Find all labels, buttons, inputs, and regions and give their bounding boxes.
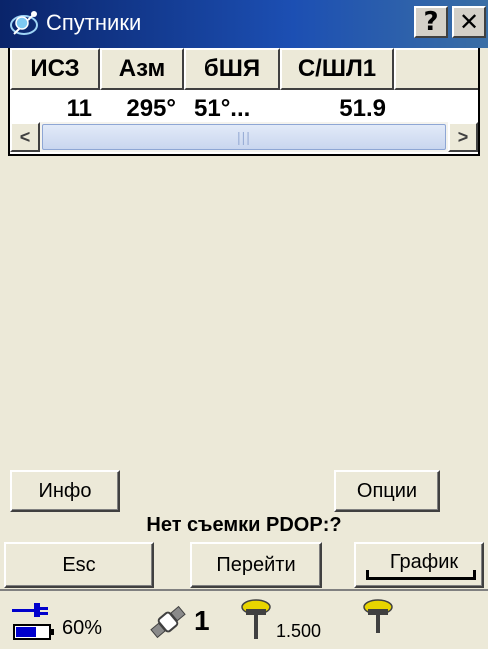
base-receiver-icon[interactable] <box>358 597 398 641</box>
table-header: ИСЗ Азм бШЯ С/ШЛ1 <box>10 48 478 90</box>
antenna-height: 1.500 <box>276 621 322 641</box>
column-header-sv[interactable]: ИСЗ <box>10 48 100 90</box>
chevron-right-icon: > <box>457 126 469 147</box>
battery-percent: 60% <box>62 617 103 639</box>
esc-button[interactable]: Esc <box>4 542 154 588</box>
scroll-thumb[interactable]: ||| <box>42 124 446 150</box>
go-button[interactable]: Перейти <box>190 542 322 588</box>
column-header-snr-l1[interactable]: С/ШЛ1 <box>280 48 394 90</box>
rover-receiver-icon[interactable] <box>236 597 276 641</box>
close-button[interactable]: ✕ <box>452 6 486 38</box>
satellite-count: 1 <box>194 605 210 636</box>
cell-elevation: 51°... <box>194 95 251 122</box>
title-bar: Спутники ? ✕ <box>0 0 488 48</box>
chevron-left-icon: < <box>19 126 31 147</box>
info-button[interactable]: Инфо <box>10 470 120 512</box>
column-header-filler <box>394 48 478 90</box>
scroll-left-button[interactable]: < <box>10 122 40 152</box>
column-header-azimuth[interactable]: Азм <box>100 48 184 90</box>
graph-button[interactable]: График <box>354 542 484 588</box>
help-button[interactable]: ? <box>414 6 448 38</box>
battery-power-icon[interactable] <box>10 597 60 643</box>
graph-button-bracket <box>366 570 476 580</box>
close-icon: ✕ <box>458 8 480 36</box>
window-title: Спутники <box>46 10 142 35</box>
scroll-right-button[interactable]: > <box>448 122 478 152</box>
survey-status-text: Нет съемки PDOP:? <box>146 514 342 536</box>
grip-icon: ||| <box>237 129 251 145</box>
options-button[interactable]: Опции <box>334 470 440 512</box>
satellite-icon[interactable] <box>148 603 188 641</box>
satellite-app-icon <box>10 11 38 35</box>
help-icon: ? <box>423 7 439 37</box>
go-button-label: Перейти <box>216 553 296 576</box>
cell-snr-l1: 51.9 <box>339 95 386 122</box>
column-header-elevation[interactable]: бШЯ <box>184 48 280 90</box>
cell-sv: 11 <box>66 95 92 122</box>
status-bar: 60% 1 1.500 <box>0 589 488 649</box>
table-row[interactable]: 11 295° 51°... 51.9 <box>10 92 478 126</box>
cell-azimuth: 295° <box>126 95 176 122</box>
satellite-table[interactable]: ИСЗ Азм бШЯ С/ШЛ1 11 295° 51°... 51.9 < … <box>8 48 480 156</box>
horizontal-scrollbar[interactable]: < ||| > <box>10 122 478 152</box>
satellites-window: Спутники ? ✕ ИСЗ Азм бШЯ С/ШЛ1 11 295° 5… <box>0 0 488 649</box>
